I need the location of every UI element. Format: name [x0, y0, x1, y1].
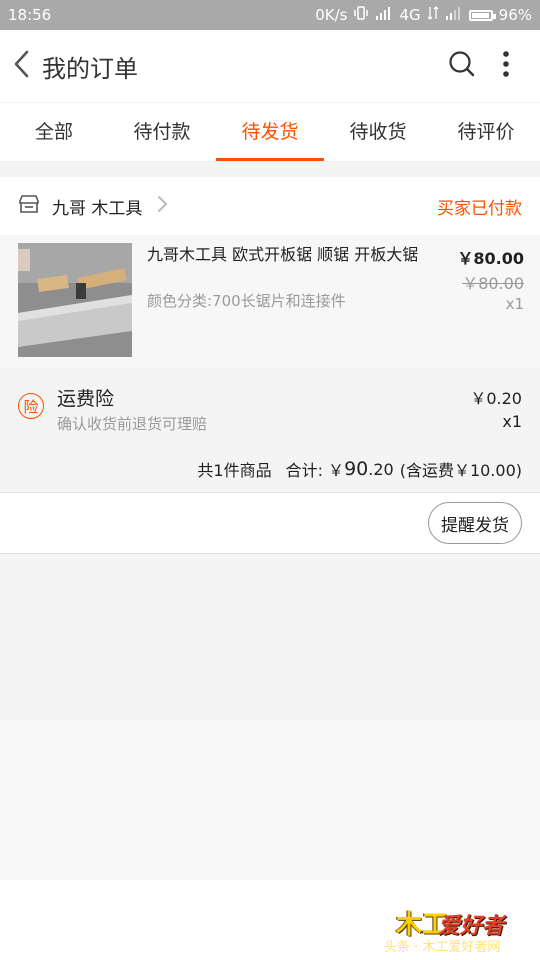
- data-arrows-icon: [427, 5, 439, 25]
- order-card: 九哥 木工具 买家已付款 九哥木工具 欧式开板锯 顺锯 开板大锯 颜色分类:70…: [0, 177, 540, 554]
- net-speed: 0K/s: [315, 6, 348, 24]
- status-bar: 18:56 0K/s 4G 96%: [0, 0, 540, 30]
- product-name: 九哥木工具 欧式开板锯 顺锯 开板大锯: [147, 245, 419, 264]
- shop-row[interactable]: 九哥 木工具 买家已付款: [0, 177, 540, 235]
- insurance-name: 运费险: [57, 388, 115, 410]
- insurance-price: ￥0.20: [470, 389, 522, 408]
- tab-pending-payment[interactable]: 待付款: [108, 103, 216, 161]
- tab-pending-shipment[interactable]: 待发货: [216, 103, 324, 161]
- vibrate-icon: [353, 5, 369, 25]
- insurance-icon: 险: [18, 393, 44, 419]
- item-count: 共1件商品: [197, 461, 272, 480]
- remind-shipment-button[interactable]: 提醒发货: [428, 502, 522, 544]
- order-status: 买家已付款: [437, 198, 522, 219]
- insurance-quantity: x1: [502, 412, 522, 431]
- total-integer: 90: [344, 458, 369, 480]
- status-time: 18:56: [8, 6, 52, 24]
- search-button[interactable]: [440, 44, 484, 88]
- order-tabs: 全部 待付款 待发货 待收货 待评价: [0, 103, 540, 162]
- search-icon: [448, 50, 476, 82]
- order-summary: 共1件商品 合计: ￥ 90 .20 (含运费￥10.00): [0, 446, 540, 493]
- back-button[interactable]: [6, 50, 38, 82]
- order-actions: 提醒发货: [0, 493, 540, 554]
- network-type: 4G: [399, 6, 421, 24]
- product-quantity: x1: [505, 295, 524, 313]
- header-bar: 我的订单: [0, 30, 540, 102]
- status-indicators: 0K/s 4G 96%: [315, 5, 532, 25]
- header-actions: [440, 44, 540, 88]
- shipping-insurance-row: 险 运费险 确认收货前退货可理赔 ￥0.20 x1: [0, 368, 540, 446]
- watermark-logo: 木工 爱好者 头条 · 木工爱好者网: [384, 898, 522, 958]
- insurance-description: 确认收货前退货可理赔: [57, 415, 208, 433]
- product-price: ￥80.00: [457, 249, 524, 268]
- signal-icon-2: [445, 6, 463, 24]
- shipping-fee: (含运费￥10.00): [399, 461, 522, 480]
- tab-pending-receipt[interactable]: 待收货: [324, 103, 432, 161]
- chevron-right-icon: [156, 194, 168, 218]
- product-row[interactable]: 九哥木工具 欧式开板锯 顺锯 开板大锯 颜色分类:700长锯片和连接件 ￥80.…: [0, 235, 540, 368]
- watermark-subtitle: 头条 · 木工爱好者网: [384, 940, 501, 955]
- battery-percent: 96%: [498, 6, 532, 24]
- chevron-left-icon: [12, 49, 32, 83]
- background-band: [0, 720, 540, 880]
- product-sku: 颜色分类:700长锯片和连接件: [147, 292, 346, 310]
- total-decimal: .20: [368, 459, 394, 479]
- product-original-price: ￥80.00: [462, 274, 524, 293]
- signal-icon: [375, 6, 393, 24]
- tab-all[interactable]: 全部: [0, 103, 108, 161]
- total-label: 合计: ￥: [285, 461, 345, 480]
- page-title: 我的订单: [42, 54, 138, 83]
- tab-pending-review[interactable]: 待评价: [432, 103, 540, 161]
- shop-icon: [18, 194, 40, 218]
- product-thumbnail: [18, 243, 132, 357]
- more-vertical-icon: [502, 50, 510, 82]
- shop-name: 九哥 木工具: [52, 198, 143, 219]
- more-button[interactable]: [484, 44, 528, 88]
- battery-icon: [468, 9, 496, 21]
